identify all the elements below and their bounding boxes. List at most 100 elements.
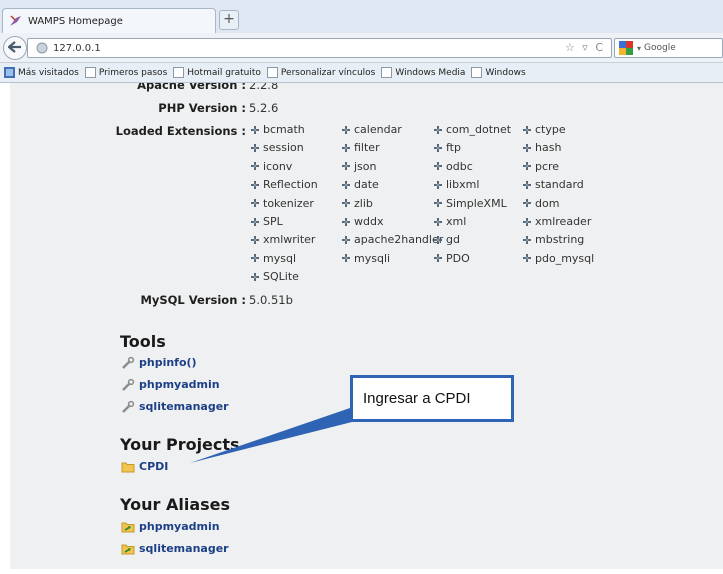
tool-link-sqlitemanager[interactable]: sqlitemanager <box>121 400 229 413</box>
projects-heading: Your Projects <box>120 435 240 454</box>
extension-item: iconv <box>249 160 292 173</box>
extension-icon <box>249 160 261 172</box>
extension-name: Reflection <box>263 178 318 192</box>
extension-icon <box>521 216 533 228</box>
extension-item: hash <box>521 141 561 154</box>
extension-item: com_dotnet <box>432 123 511 136</box>
extension-item: libxml <box>432 178 479 191</box>
bookmark-primeros-pasos[interactable]: Primeros pasos <box>84 67 167 78</box>
extension-icon <box>340 234 352 246</box>
php-version-value: 5.2.6 <box>249 101 279 115</box>
bookmark-mas-visitados[interactable]: Más visitados <box>4 67 79 78</box>
wamp-favicon-icon <box>9 14 23 28</box>
extension-icon <box>521 160 533 172</box>
tool-link-phpmyadmin[interactable]: phpmyadmin <box>121 378 220 391</box>
extension-icon <box>249 197 261 209</box>
extension-icon <box>249 179 261 191</box>
extension-item: xmlreader <box>521 215 591 228</box>
extension-name: mysqli <box>354 251 391 265</box>
extension-icon <box>340 142 352 154</box>
callout-box: Ingresar a CPDI <box>350 375 514 422</box>
url-text: 127.0.0.1 <box>53 42 101 54</box>
extension-name: SPL <box>263 215 283 228</box>
extension-name: ctype <box>535 123 566 136</box>
back-arrow-icon <box>7 40 22 56</box>
extension-icon <box>521 252 533 264</box>
extension-name: filter <box>354 141 380 155</box>
extension-name: tokenizer <box>263 196 314 210</box>
extension-item: tokenizer <box>249 197 314 210</box>
extension-item: pcre <box>521 160 559 173</box>
extension-item: ftp <box>432 141 461 154</box>
extension-icon <box>521 179 533 191</box>
tool-link-phpinfo[interactable]: phpinfo() <box>121 356 197 369</box>
extension-item: pdo_mysql <box>521 252 594 265</box>
extension-icon <box>432 124 444 136</box>
extension-icon <box>432 142 444 154</box>
extension-icon <box>340 179 352 191</box>
extension-name: json <box>354 159 377 173</box>
folder-icon <box>121 461 135 473</box>
bookmark-personalizar[interactable]: Personalizar vínculos <box>266 67 375 78</box>
extension-name: standard <box>535 178 584 192</box>
extension-icon <box>432 216 444 228</box>
tab-wamps-homepage[interactable]: WAMPS Homepage <box>2 8 216 33</box>
tab-title: WAMPS Homepage <box>28 15 123 27</box>
extension-name: xmlwriter <box>263 233 316 247</box>
extension-name: bcmath <box>263 123 305 136</box>
extension-name: PDO <box>446 251 470 265</box>
address-bar[interactable]: 127.0.0.1 ☆ ▿ C <box>27 38 612 58</box>
extension-item: calendar <box>340 123 402 136</box>
extension-item: standard <box>521 178 584 191</box>
extension-item: filter <box>340 141 380 154</box>
extension-icon <box>249 252 261 264</box>
extension-icon <box>340 197 352 209</box>
extension-item: SimpleXML <box>432 197 507 210</box>
page-icon <box>266 67 278 78</box>
alias-link-sqlitemanager[interactable]: sqlitemanager <box>121 542 229 555</box>
bookmark-windows-media[interactable]: Windows Media <box>381 67 465 78</box>
extension-item: mysql <box>249 252 296 265</box>
extension-item: Reflection <box>249 178 318 191</box>
extension-icon <box>432 160 444 172</box>
extension-name: ftp <box>446 141 461 155</box>
extension-icon <box>340 124 352 136</box>
wrench-icon <box>121 400 135 413</box>
extensions-label: Loaded Extensions : <box>115 124 246 138</box>
project-link-cpdi[interactable]: CPDI <box>121 460 168 473</box>
extension-name: dom <box>535 196 560 210</box>
search-box[interactable]: ▾ Google <box>614 38 723 58</box>
extension-name: xmlreader <box>535 215 592 228</box>
extension-name: SimpleXML <box>446 196 507 210</box>
apache-version-value: 2.2.8 <box>249 83 279 92</box>
extension-item: json <box>340 160 377 173</box>
bookmark-star-icon <box>4 67 15 78</box>
extension-name: odbc <box>446 159 473 173</box>
extension-name: pcre <box>535 159 560 173</box>
google-logo-icon <box>619 41 635 55</box>
back-button[interactable] <box>3 36 27 60</box>
navigation-bar: 127.0.0.1 ☆ ▿ C ▾ Google <box>0 33 723 63</box>
page-icon <box>471 67 483 78</box>
page-icon <box>84 67 96 78</box>
extension-icon <box>340 252 352 264</box>
extension-icon <box>249 271 261 283</box>
extension-item: mysqli <box>340 252 390 265</box>
bookmark-hotmail[interactable]: Hotmail gratuito <box>173 67 261 78</box>
extension-icon <box>432 252 444 264</box>
extension-icon <box>249 216 261 228</box>
bookmark-windows[interactable]: Windows <box>471 67 526 78</box>
extension-icon <box>249 142 261 154</box>
new-tab-button[interactable]: + <box>219 10 239 30</box>
search-dropdown-icon[interactable]: ▾ <box>637 44 641 53</box>
search-placeholder: Google <box>644 43 676 53</box>
extension-name: wddx <box>354 215 384 228</box>
page-icon <box>381 67 393 78</box>
alias-link-phpmyadmin[interactable]: phpmyadmin <box>121 520 220 533</box>
extension-icon <box>521 197 533 209</box>
extension-name: date <box>354 178 379 192</box>
url-controls[interactable]: ☆ ▿ C <box>565 41 605 54</box>
extension-name: xml <box>446 215 467 228</box>
apache-version-label: Apache Version : <box>137 83 246 92</box>
extension-name: mbstring <box>535 233 585 247</box>
